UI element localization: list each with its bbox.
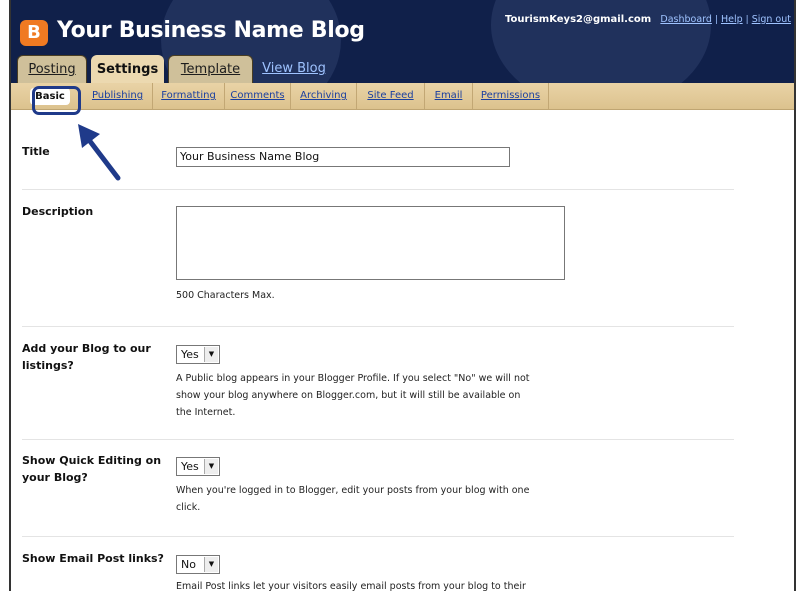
- blog-title: Your Business Name Blog: [57, 18, 365, 43]
- subnav-archiving[interactable]: Archiving: [291, 83, 357, 109]
- tab-template[interactable]: Template: [168, 55, 253, 83]
- help-link[interactable]: Help: [721, 14, 743, 25]
- subnav-comments[interactable]: Comments: [225, 83, 291, 109]
- listings-label: Add your Blog to our listings?: [22, 340, 151, 374]
- listings-note-line: show your blog anywhere on Blogger.com, …: [176, 390, 521, 401]
- highlight-box: [32, 86, 81, 115]
- listings-label-line: Add your Blog to our: [22, 342, 151, 355]
- header-decoration: [491, 0, 711, 83]
- quick-editing-select-value: Yes: [181, 460, 199, 473]
- tab-settings[interactable]: Settings: [91, 55, 164, 83]
- blogger-logo-icon[interactable]: B: [20, 20, 48, 46]
- email-post-note: Email Post links let your visitors easil…: [176, 578, 526, 591]
- blogger-header: B Your Business Name Blog TourismKeys2@g…: [11, 0, 794, 83]
- divider: [22, 326, 734, 327]
- email-post-label: Show Email Post links?: [22, 550, 164, 567]
- account-bar: TourismKeys2@gmail.com Dashboard | Help | Si…: [505, 14, 791, 25]
- quick-editing-note-line: When you're logged in to Blogger, edit y…: [176, 485, 530, 496]
- link-separator: |: [714, 15, 718, 25]
- subnav-publishing[interactable]: Publishing: [83, 83, 153, 109]
- divider: [22, 189, 734, 190]
- quick-editing-label: Show Quick Editing on your Blog?: [22, 452, 161, 486]
- listings-note-line: the Internet.: [176, 407, 236, 418]
- subnav-formatting[interactable]: Formatting: [153, 83, 225, 109]
- listings-note-line: A Public blog appears in your Blogger Pr…: [176, 373, 530, 384]
- dashboard-link[interactable]: Dashboard: [660, 14, 712, 25]
- description-textarea[interactable]: [176, 206, 565, 280]
- listings-select[interactable]: Yes ▼: [176, 345, 220, 364]
- quick-editing-note: When you're logged in to Blogger, edit y…: [176, 482, 529, 516]
- subnav-site-feed[interactable]: Site Feed: [357, 83, 425, 109]
- chevron-down-icon: ▼: [204, 557, 218, 572]
- link-separator: |: [745, 15, 749, 25]
- account-email: TourismKeys2@gmail.com: [504, 14, 652, 25]
- quick-editing-label-line: your Blog?: [22, 471, 88, 484]
- settings-subnav: Basic Publishing Formatting Comments Arc…: [11, 83, 794, 110]
- title-label: Title: [22, 145, 50, 158]
- subnav-email[interactable]: Email: [425, 83, 473, 109]
- email-post-note-line: Email Post links let your visitors easil…: [176, 581, 526, 591]
- browser-frame: B Your Business Name Blog TourismKeys2@g…: [9, 0, 796, 591]
- pointer-arrow-icon: [78, 124, 121, 181]
- quick-editing-note-line: click.: [176, 502, 201, 513]
- email-post-select[interactable]: No ▼: [176, 555, 220, 574]
- subnav-permissions[interactable]: Permissions: [473, 83, 549, 109]
- quick-editing-select[interactable]: Yes ▼: [176, 457, 220, 476]
- quick-editing-label-line: Show Quick Editing on: [22, 454, 162, 467]
- description-note: 500 Characters Max.: [176, 290, 275, 301]
- chevron-down-icon: ▼: [204, 347, 218, 362]
- tab-posting[interactable]: Posting: [17, 55, 87, 83]
- email-post-label-line: Show Email Post links?: [22, 552, 164, 565]
- divider: [22, 439, 734, 440]
- logo-letter: B: [27, 22, 41, 43]
- title-input[interactable]: Your Business Name Blog: [176, 147, 510, 167]
- description-label: Description: [22, 205, 94, 218]
- listings-label-line: listings?: [22, 359, 74, 372]
- email-post-select-value: No: [181, 558, 196, 571]
- listings-note: A Public blog appears in your Blogger Pr…: [176, 370, 530, 421]
- tab-view-blog[interactable]: View Blog: [259, 55, 329, 83]
- divider: [22, 536, 734, 537]
- sign-out-link[interactable]: Sign out: [752, 14, 791, 25]
- listings-select-value: Yes: [181, 348, 199, 361]
- chevron-down-icon: ▼: [204, 459, 218, 474]
